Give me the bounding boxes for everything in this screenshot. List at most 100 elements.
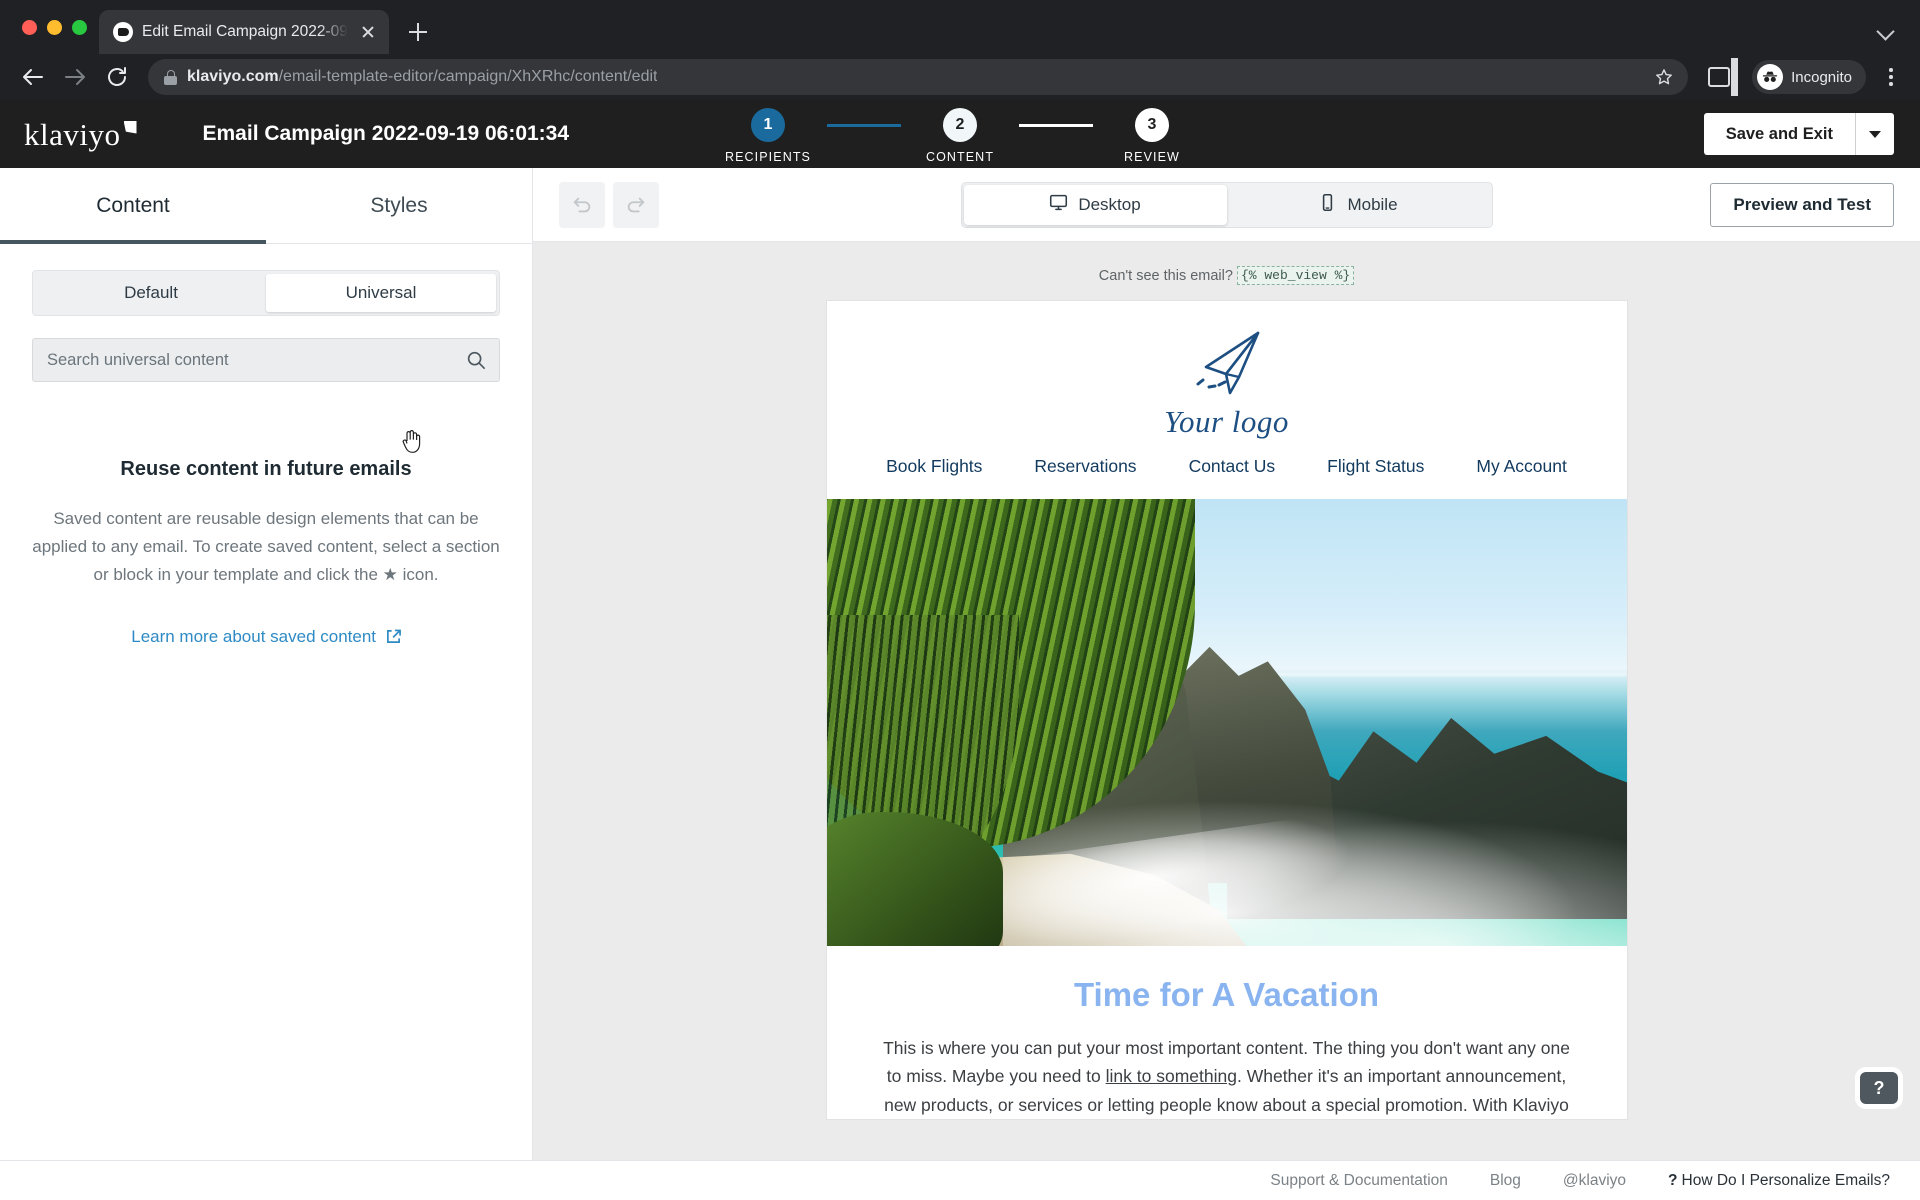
device-preview-toggle: Desktop Mobile <box>960 181 1493 228</box>
email-text-section[interactable]: Time for A Vacation This is where you ca… <box>827 946 1627 1119</box>
step-content[interactable]: 2 CONTENT <box>901 108 1019 164</box>
search-input[interactable] <box>32 338 500 382</box>
device-desktop-label: Desktop <box>1078 194 1141 214</box>
undo-button[interactable] <box>559 181 605 228</box>
klaviyo-flag-icon <box>123 120 137 134</box>
step-number: 3 <box>1135 108 1169 142</box>
footer-link-twitter[interactable]: @klaviyo <box>1563 1172 1626 1190</box>
browser-toolbar: klaviyo.com/email-template-editor/campai… <box>0 54 1920 100</box>
profile-chip[interactable]: Incognito <box>1752 60 1866 94</box>
footer-link-blog[interactable]: Blog <box>1490 1172 1521 1190</box>
email-paragraph[interactable]: This is where you can put your most impo… <box>881 1034 1573 1119</box>
step-label: REVIEW <box>1124 150 1180 164</box>
browser-menu-button[interactable] <box>1876 60 1906 94</box>
step-label: CONTENT <box>925 150 995 164</box>
email-paragraph-link[interactable]: link to something <box>1106 1066 1237 1086</box>
save-options-dropdown-button[interactable] <box>1856 113 1894 155</box>
forward-button[interactable] <box>56 58 94 96</box>
footer-link-support[interactable]: Support & Documentation <box>1270 1172 1448 1190</box>
browser-window: Edit Email Campaign 2022-09- klaviyo.com… <box>0 0 1920 1200</box>
desktop-icon <box>1049 193 1068 217</box>
close-window-button[interactable] <box>22 19 37 35</box>
email-nav-flight-status[interactable]: Flight Status <box>1327 456 1424 477</box>
editor-split: Content Styles Default Universal Reus <box>0 168 1920 1160</box>
device-mobile-label: Mobile <box>1347 194 1398 214</box>
page-viewport: klaviyo Email Campaign 2022-09-19 06:01:… <box>0 100 1920 1200</box>
email-canvas: Can't see this email? {% web_view %} You… <box>533 242 1920 1160</box>
web-view-liquid-tag[interactable]: {% web_view %} <box>1236 266 1355 285</box>
side-panel-button[interactable] <box>1700 58 1738 96</box>
minimize-window-button[interactable] <box>47 19 62 35</box>
lock-icon <box>164 69 177 85</box>
empty-state-description: Saved content are reusable design elemen… <box>32 509 500 585</box>
mobile-icon <box>1318 193 1337 217</box>
save-and-exit-group: Save and Exit <box>1703 113 1894 155</box>
segment-default[interactable]: Default <box>36 274 266 312</box>
url-text: klaviyo.com/email-template-editor/campai… <box>187 68 658 85</box>
footer-help-question[interactable]: ? How Do I Personalize Emails? <box>1668 1172 1890 1190</box>
web-view-prefix: Can't see this email? <box>1098 268 1233 284</box>
tab-content[interactable]: Content <box>0 168 266 244</box>
sidebar-tabs: Content Styles <box>0 168 532 244</box>
search-universal-content <box>32 338 500 382</box>
window-controls <box>14 0 99 54</box>
profile-label: Incognito <box>1791 68 1852 86</box>
tab-favicon-icon <box>113 22 133 42</box>
email-hero-image[interactable] <box>826 499 1627 946</box>
preview-and-test-button[interactable]: Preview and Test <box>1710 182 1894 227</box>
email-nav-reservations[interactable]: Reservations <box>1034 456 1136 477</box>
left-sidebar: Content Styles Default Universal Reus <box>0 168 533 1160</box>
help-fab-button[interactable]: ? <box>1860 1072 1898 1104</box>
footer-help-label: How Do I Personalize Emails? <box>1681 1171 1890 1189</box>
klaviyo-logo[interactable]: klaviyo <box>24 119 137 150</box>
device-mobile-option[interactable]: Mobile <box>1227 185 1490 225</box>
empty-state-title: Reuse content in future emails <box>120 458 412 480</box>
tab-strip: Edit Email Campaign 2022-09- <box>0 0 1920 54</box>
address-bar[interactable]: klaviyo.com/email-template-editor/campai… <box>148 59 1689 95</box>
redo-button[interactable] <box>613 181 659 228</box>
device-desktop-option[interactable]: Desktop <box>963 184 1227 225</box>
app-header: klaviyo Email Campaign 2022-09-19 06:01:… <box>0 100 1920 168</box>
email-nav-book-flights[interactable]: Book Flights <box>886 456 982 477</box>
email-nav-block[interactable]: Book Flights Reservations Contact Us Fli… <box>827 440 1627 499</box>
step-connector-2 <box>1019 124 1093 127</box>
email-preview[interactable]: Your logo Book Flights Reservations Cont… <box>826 301 1627 1120</box>
side-panel-icon <box>1708 67 1731 87</box>
step-number: 1 <box>751 108 785 142</box>
step-review[interactable]: 3 REVIEW <box>1093 108 1211 164</box>
email-heading[interactable]: Time for A Vacation <box>881 976 1573 1014</box>
editor-toolbar: Desktop Mobile Preview and Test <box>533 168 1920 242</box>
email-logo-text: Your logo <box>1164 404 1289 439</box>
klaviyo-wordmark: klaviyo <box>24 116 121 152</box>
close-tab-icon[interactable] <box>357 21 379 43</box>
bookmark-star-icon[interactable] <box>1654 67 1674 92</box>
learn-more-link[interactable]: Learn more about saved content <box>32 627 500 649</box>
browser-tab[interactable]: Edit Email Campaign 2022-09- <box>99 10 389 54</box>
tab-title: Edit Email Campaign 2022-09- <box>142 23 348 40</box>
email-nav-my-account[interactable]: My Account <box>1476 456 1566 477</box>
chevron-down-icon[interactable] <box>1876 20 1898 42</box>
step-progress: 1 RECIPIENTS 2 CONTENT 3 REVIEW <box>709 108 1211 164</box>
step-label: RECIPIENTS <box>724 150 811 164</box>
step-recipients[interactable]: 1 RECIPIENTS <box>709 108 827 164</box>
email-logo-block[interactable]: Your logo <box>827 327 1627 440</box>
email-nav-contact-us[interactable]: Contact Us <box>1189 456 1276 477</box>
campaign-title: Email Campaign 2022-09-19 06:01:34 <box>202 122 570 145</box>
segment-universal[interactable]: Universal <box>266 274 496 312</box>
back-button[interactable] <box>14 58 52 96</box>
undo-redo-group <box>559 181 659 228</box>
maximize-window-button[interactable] <box>72 19 87 35</box>
email-header-section[interactable]: Your logo Book Flights Reservations Cont… <box>827 301 1627 499</box>
question-mark-icon: ? <box>1668 1171 1678 1189</box>
learn-more-label: Learn more about saved content <box>131 627 377 647</box>
save-and-exit-button[interactable]: Save and Exit <box>1703 113 1856 155</box>
web-view-line: Can't see this email? {% web_view %} <box>533 266 1920 285</box>
reload-button[interactable] <box>98 58 136 96</box>
paper-plane-icon <box>1184 327 1270 410</box>
app-footer: Support & Documentation Blog @klaviyo ? H… <box>0 1160 1920 1200</box>
step-connector-1 <box>827 124 901 127</box>
new-tab-button[interactable] <box>401 15 435 49</box>
caret-down-icon <box>1869 130 1881 138</box>
search-icon[interactable] <box>466 350 486 375</box>
tab-styles[interactable]: Styles <box>266 168 532 243</box>
